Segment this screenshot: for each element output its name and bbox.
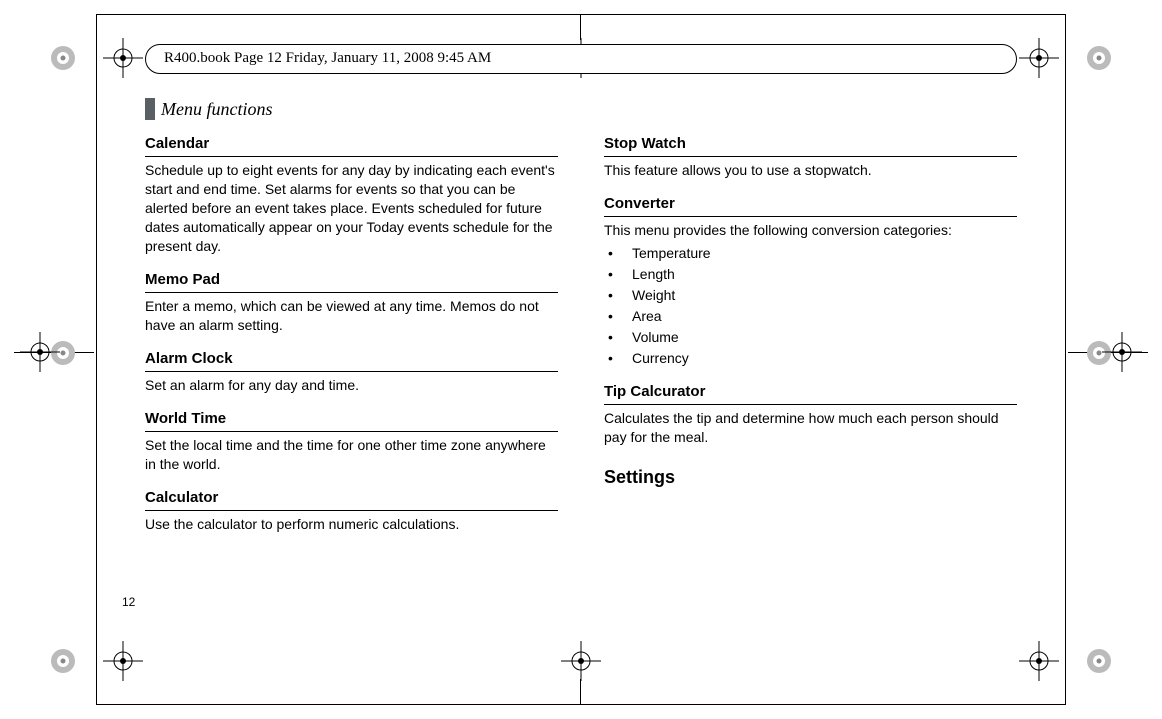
list-item: Volume — [604, 328, 1017, 347]
registration-disc-icon — [1086, 45, 1112, 71]
registration-disc-icon — [1086, 340, 1112, 366]
page-number: 12 — [122, 595, 135, 609]
crop-tick — [580, 679, 581, 705]
chapter-heading: Menu functions — [145, 98, 272, 120]
section-alarm-body: Set an alarm for any day and time. — [145, 376, 558, 395]
section-memopad-body: Enter a memo, which can be viewed at any… — [145, 297, 558, 335]
list-item: Temperature — [604, 244, 1017, 263]
section-calculator-title: Calculator — [145, 488, 558, 511]
content-columns: Calendar Schedule up to eight events for… — [145, 134, 1017, 629]
section-calculator-body: Use the calculator to perform numeric ca… — [145, 515, 558, 534]
crop-tick — [1068, 352, 1148, 353]
section-alarm-title: Alarm Clock — [145, 349, 558, 372]
right-column: Stop Watch This feature allows you to us… — [604, 134, 1017, 629]
section-worldtime-body: Set the local time and the time for one … — [145, 436, 558, 474]
running-header: R400.book Page 12 Friday, January 11, 20… — [145, 44, 1017, 74]
list-item: Currency — [604, 349, 1017, 368]
left-column: Calendar Schedule up to eight events for… — [145, 134, 558, 629]
registration-disc-icon — [1086, 648, 1112, 674]
section-memopad-title: Memo Pad — [145, 270, 558, 293]
section-converter-body: This menu provides the following convers… — [604, 221, 1017, 240]
crop-tick — [14, 352, 94, 353]
section-calendar-body: Schedule up to eight events for any day … — [145, 161, 558, 255]
section-stopwatch-title: Stop Watch — [604, 134, 1017, 157]
section-tipcalc-title: Tip Calcurator — [604, 382, 1017, 405]
list-item: Weight — [604, 286, 1017, 305]
list-item: Area — [604, 307, 1017, 326]
chapter-bar-icon — [145, 98, 155, 120]
section-worldtime-title: World Time — [145, 409, 558, 432]
section-calendar-title: Calendar — [145, 134, 558, 157]
converter-list: Temperature Length Weight Area Volume Cu… — [604, 244, 1017, 367]
registration-disc-icon — [50, 340, 76, 366]
registration-disc-icon — [50, 648, 76, 674]
section-converter-title: Converter — [604, 194, 1017, 217]
section-stopwatch-body: This feature allows you to use a stopwat… — [604, 161, 1017, 180]
registration-disc-icon — [50, 45, 76, 71]
section-tipcalc-body: Calculates the tip and determine how muc… — [604, 409, 1017, 447]
list-item: Length — [604, 265, 1017, 284]
chapter-label: Menu functions — [161, 99, 272, 120]
section-settings-title: Settings — [604, 465, 1017, 489]
crop-tick — [580, 14, 581, 40]
running-header-text: R400.book Page 12 Friday, January 11, 20… — [164, 50, 491, 66]
